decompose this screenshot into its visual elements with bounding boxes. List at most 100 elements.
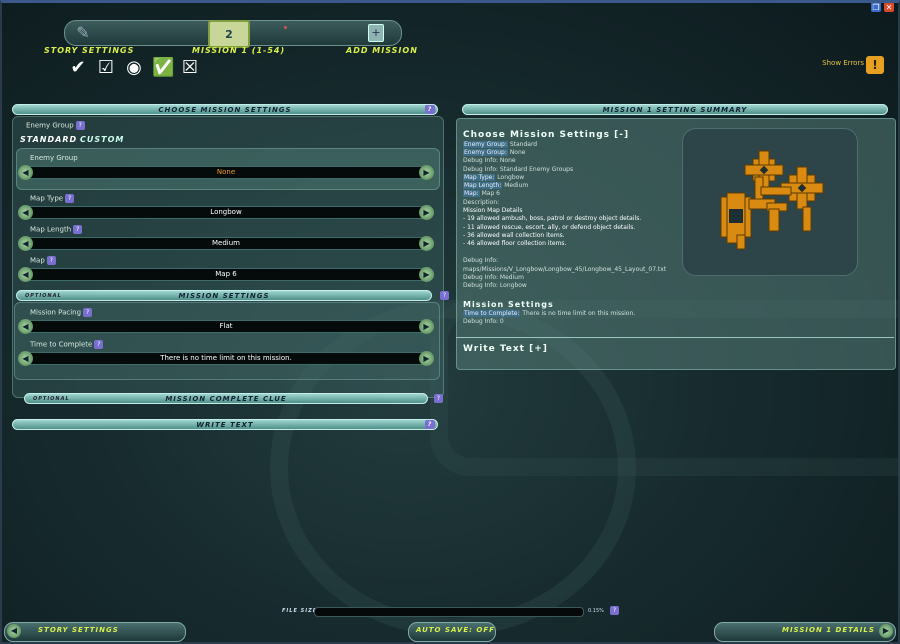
pencil-icon[interactable]: ✎ [72, 22, 94, 42]
mission-settings-title: MISSION SETTINGS [178, 292, 270, 300]
summary-map-key: Map: [463, 190, 480, 197]
next-arrow-icon[interactable]: ▶ [419, 205, 434, 220]
mission-settings-header[interactable]: OPTIONAL MISSION SETTINGS [16, 290, 432, 301]
map-select[interactable]: ◀ Map 6 ▶ [18, 267, 434, 282]
summary-debug-6: Debug Info: Longbow [463, 282, 527, 289]
help-icon[interactable]: ? [75, 121, 85, 130]
file-size-bar [314, 607, 584, 617]
summary-write-text[interactable]: Write Text [+] [463, 344, 548, 354]
summary-title[interactable]: Choose Mission Settings [-] [463, 130, 629, 140]
story-settings-label[interactable]: STORY SETTINGS [44, 46, 134, 55]
target-icon[interactable]: ◉ [124, 58, 144, 78]
time-to-complete-label: Time to Complete? [30, 340, 104, 349]
map-type-select[interactable]: ◀ Longbow ▶ [18, 205, 434, 220]
map-length-value: Medium [212, 239, 240, 247]
checkmark-icon[interactable]: ✔ [68, 58, 88, 78]
help-icon[interactable]: ? [73, 225, 83, 234]
summary-time-key: Time to Complete: [463, 310, 521, 317]
next-arrow-icon[interactable]: ▶ [419, 351, 434, 366]
next-arrow-icon[interactable]: ▶ [419, 319, 434, 334]
summary-mission-settings-title: Mission Settings [463, 300, 554, 309]
add-mission-label[interactable]: ADD MISSION [346, 46, 418, 55]
enemy-group-select[interactable]: ◀ None ▶ [18, 165, 434, 180]
mission-complete-clue-title: MISSION COMPLETE CLUE [165, 395, 287, 403]
help-icon[interactable]: ? [83, 308, 93, 317]
map-length-select[interactable]: ◀ Medium ▶ [18, 236, 434, 251]
map-type-label: Map Type? [30, 194, 75, 203]
close-icon[interactable]: ✕ [884, 2, 894, 12]
time-to-complete-value: There is no time limit on this mission. [160, 354, 292, 362]
next-arrow-icon[interactable]: ▶ [419, 236, 434, 251]
add-mission-icon[interactable]: + [368, 24, 384, 42]
tab-standard[interactable]: STANDARD [20, 135, 77, 144]
restore-icon[interactable]: ❐ [871, 2, 881, 12]
help-icon[interactable]: ? [425, 420, 435, 429]
prev-arrow-icon[interactable]: ◀ [18, 351, 33, 366]
summary-map-length-value: Medium [504, 182, 529, 189]
summary-enemy-group2-key: Enemy Group: [463, 149, 508, 156]
next-arrow-icon[interactable]: ▶ [419, 267, 434, 282]
tab-custom[interactable]: CUSTOM [80, 135, 124, 144]
help-icon[interactable]: ? [425, 105, 435, 114]
mission-book-icon[interactable]: 2 [208, 20, 250, 48]
map-label-text: Map [30, 256, 45, 265]
prev-arrow-icon[interactable]: ◀ [18, 165, 33, 180]
summary-debug-1: Debug Info: None [463, 157, 516, 164]
choose-mission-settings-title: CHOOSE MISSION SETTINGS [158, 106, 292, 114]
help-icon[interactable]: ? [440, 291, 449, 300]
mission-book-number: 2 [225, 27, 233, 41]
show-errors-label[interactable]: Show Errors [822, 59, 864, 67]
bottom-bar: ◀ STORY SETTINGS AUTO SAVE: OFF ▶ MISSIO… [0, 618, 900, 644]
summary-detail-4: - 46 allowed floor collection items. [463, 240, 567, 247]
time-to-complete-select[interactable]: ◀ There is no time limit on this mission… [18, 351, 434, 366]
validation-icons: ✔ ☑ ◉ ✅ ☒ [68, 58, 200, 78]
enemy-group-label: Enemy Group? [26, 121, 85, 130]
prev-arrow-icon[interactable]: ◀ [18, 267, 33, 282]
help-icon[interactable]: ? [610, 606, 619, 615]
window-controls: ❐ ✕ [871, 2, 894, 12]
mission-pacing-value: Flat [219, 322, 233, 330]
next-arrow-icon[interactable]: ▶ [879, 624, 893, 638]
enemy-group-sub-label: Enemy Group [30, 154, 78, 162]
write-text-header[interactable]: WRITE TEXT ? [12, 419, 438, 430]
help-icon[interactable]: ? [94, 340, 104, 349]
optional-tag: OPTIONAL [25, 293, 62, 299]
summary-detail-1: - 19 allowed ambush, boss, patrol or des… [463, 215, 642, 222]
help-icon[interactable]: ? [65, 194, 75, 203]
summary-enemy-group-key: Enemy Group: [463, 141, 508, 148]
summary-time-value: There is no time limit on this mission. [522, 310, 636, 317]
prev-arrow-icon[interactable]: ◀ [18, 205, 33, 220]
help-icon[interactable]: ? [46, 256, 56, 265]
summary-enemy-group-value: Standard [509, 141, 538, 148]
mission-details-label[interactable]: MISSION 1 DETAILS [782, 626, 875, 634]
map-label: Map? [30, 256, 56, 265]
mission-label[interactable]: MISSION 1 (1-54) [192, 46, 285, 55]
mission-pacing-select[interactable]: ◀ Flat ▶ [18, 319, 434, 334]
map-length-label: Map Length? [30, 225, 83, 234]
mission-complete-clue-header[interactable]: OPTIONAL MISSION COMPLETE CLUE [24, 393, 428, 404]
error-icon[interactable]: ! [866, 56, 884, 74]
prev-arrow-icon[interactable]: ◀ [18, 236, 33, 251]
prev-arrow-icon[interactable]: ◀ [7, 624, 21, 638]
file-size-percent: 0.15% [588, 608, 604, 614]
story-settings-footer-label[interactable]: STORY SETTINGS [38, 626, 119, 634]
checkbox-icon[interactable]: ☑ [96, 58, 116, 78]
nav-marker [284, 26, 287, 29]
map-value: Map 6 [215, 270, 237, 278]
help-icon[interactable]: ? [434, 394, 443, 403]
map-preview [682, 128, 858, 276]
map-type-value: Longbow [210, 208, 242, 216]
map-type-label-text: Map Type [30, 194, 64, 203]
summary-header: MISSION 1 SETTING SUMMARY [462, 104, 888, 115]
auto-save-label[interactable]: AUTO SAVE: OFF [416, 626, 495, 634]
edit-check-icon[interactable]: ✅ [152, 58, 174, 78]
summary-map-type-value: Longbow [497, 174, 525, 181]
optional-tag: OPTIONAL [33, 396, 70, 402]
choose-mission-settings-header[interactable]: CHOOSE MISSION SETTINGS ? [12, 104, 438, 115]
x-box-icon[interactable]: ☒ [180, 58, 200, 78]
write-text-title: WRITE TEXT [196, 421, 254, 429]
next-arrow-icon[interactable]: ▶ [419, 165, 434, 180]
map-length-label-text: Map Length [30, 225, 72, 234]
map-layout-image [720, 150, 824, 250]
prev-arrow-icon[interactable]: ◀ [18, 319, 33, 334]
